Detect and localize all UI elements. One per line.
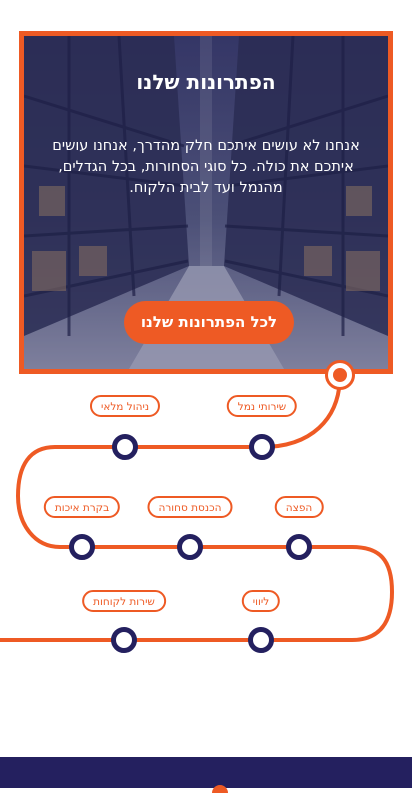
route-node [112,434,138,460]
route-node [286,534,312,560]
route-node [111,627,137,653]
service-customer-service[interactable]: שירות לקוחות [82,590,166,612]
route-node [177,534,203,560]
service-route-path [0,374,395,642]
route-start-dot [333,368,347,382]
footer-accent-dot [212,785,228,793]
service-inventory[interactable]: ניהול מלאי [89,395,161,417]
route-start-marker [325,360,355,390]
route-node [248,627,274,653]
footer-bar [0,757,412,793]
service-distribution[interactable]: הפצה [274,496,324,518]
service-goods-intake[interactable]: הכנסת סחורה [147,496,233,518]
service-escort[interactable]: ליווי [241,590,281,612]
service-port[interactable]: שירותי נמל [226,395,298,417]
route-node [69,534,95,560]
route-node [249,434,275,460]
service-quality-control[interactable]: בקרת איכות [43,496,121,518]
